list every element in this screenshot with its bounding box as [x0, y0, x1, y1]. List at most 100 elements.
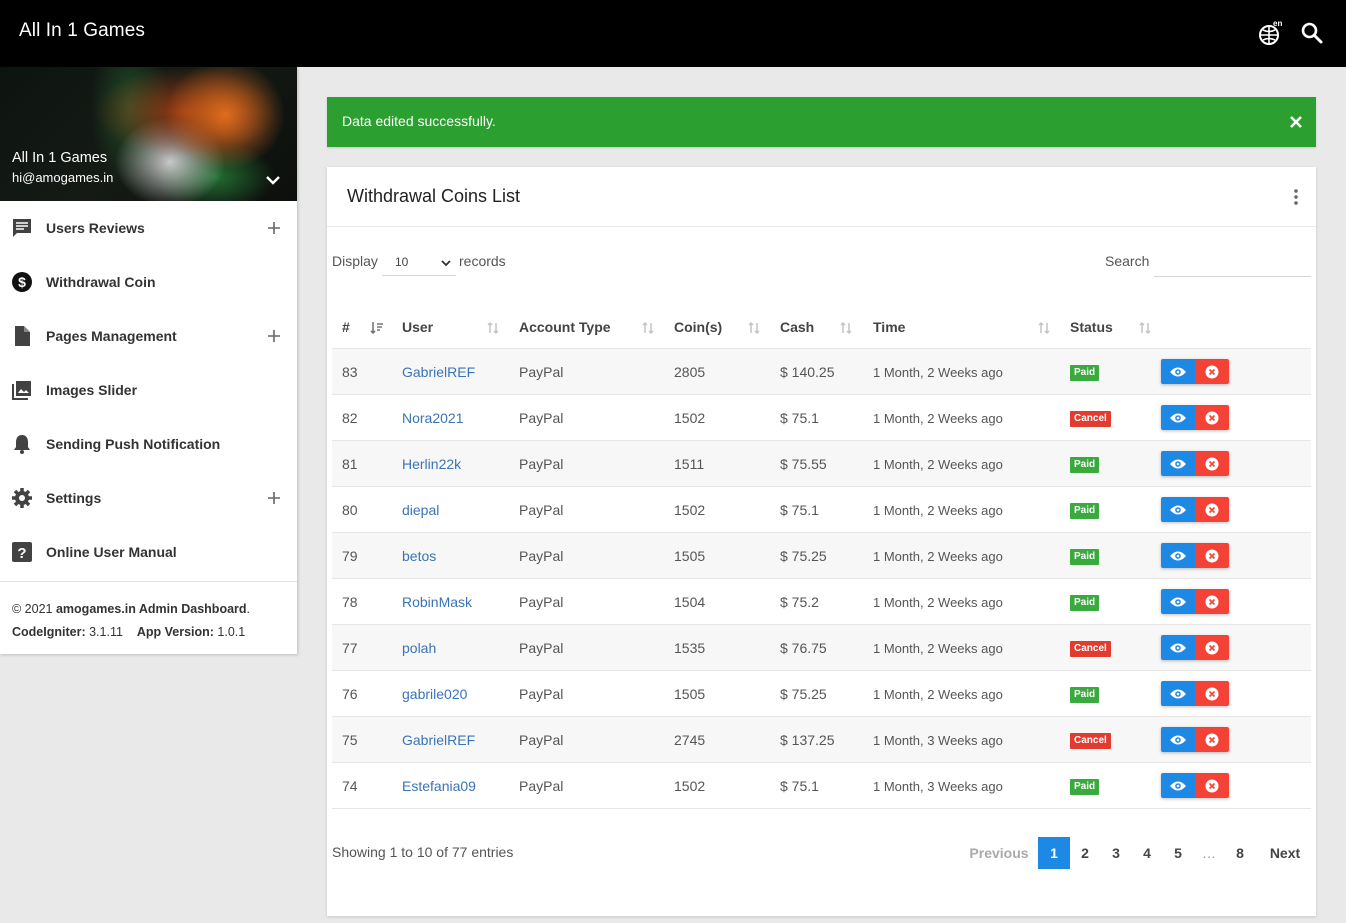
plus-icon[interactable] [266, 220, 282, 236]
brand-text: amogames.in Admin Dashboard [55, 602, 247, 616]
column-header-cash[interactable]: Cash [770, 307, 863, 349]
withdrawal-card: Withdrawal Coins List Display 10 records… [327, 167, 1316, 916]
more-vert-icon[interactable] [1289, 188, 1303, 206]
column-header-status[interactable]: Status [1060, 307, 1161, 349]
view-button[interactable] [1161, 497, 1195, 522]
pagination-page-3[interactable]: 3 [1100, 837, 1132, 869]
cancel-button[interactable] [1195, 589, 1229, 614]
pagination-page-4[interactable]: 4 [1131, 837, 1163, 869]
search-input[interactable] [1154, 249, 1311, 277]
sidebar-item-withdrawal-coin[interactable]: $ Withdrawal Coin [0, 255, 297, 309]
view-button[interactable] [1161, 543, 1195, 568]
cell-actions [1161, 624, 1311, 671]
user-link[interactable]: diepal [402, 502, 439, 518]
cancel-button[interactable] [1195, 681, 1229, 706]
display-label: Display [332, 253, 378, 269]
view-button[interactable] [1161, 773, 1195, 798]
plus-icon[interactable] [266, 490, 282, 506]
pagination-page-5[interactable]: 5 [1162, 837, 1194, 869]
chevron-down-icon [441, 260, 451, 267]
cell-coins: 1505 [664, 670, 770, 717]
user-link[interactable]: Nora2021 [402, 410, 464, 426]
table-row: 80 diepal PayPal 1502 $ 75.1 1 Month, 2 Weeks… [332, 486, 1311, 533]
cancel-button[interactable] [1195, 359, 1229, 384]
user-link[interactable]: GabrielREF [402, 364, 475, 380]
cell-account-type: PayPal [509, 762, 664, 809]
user-link[interactable]: Herlin22k [402, 456, 461, 472]
user-link[interactable]: RobinMask [402, 594, 472, 610]
pagination-next[interactable]: Next [1265, 837, 1305, 869]
eye-icon [1170, 551, 1186, 560]
view-button[interactable] [1161, 635, 1195, 660]
sidebar-item-users-reviews[interactable]: Users Reviews [0, 201, 297, 255]
pagination-page-1[interactable]: 1 [1038, 837, 1070, 869]
status-badge: Paid [1070, 365, 1100, 381]
cell-time: 1 Month, 2 Weeks ago [863, 440, 1060, 487]
search-icon[interactable] [1300, 21, 1324, 45]
view-button[interactable] [1161, 405, 1195, 430]
cancel-button[interactable] [1195, 727, 1229, 752]
column-header-account-type[interactable]: Account Type [509, 307, 664, 349]
status-badge: Cancel [1070, 733, 1111, 749]
pagination-page-8[interactable]: 8 [1224, 837, 1256, 869]
view-button[interactable] [1161, 359, 1195, 384]
column-header-actions [1161, 307, 1311, 349]
eye-icon [1170, 689, 1186, 698]
column-header-id[interactable]: # [332, 307, 392, 349]
sidebar-item-pages-management[interactable]: Pages Management [0, 309, 297, 363]
user-link[interactable]: betos [402, 548, 436, 564]
view-button[interactable] [1161, 451, 1195, 476]
cell-actions [1161, 532, 1311, 579]
pagination-previous[interactable]: Previous [967, 837, 1031, 869]
status-badge: Cancel [1070, 411, 1111, 427]
close-circle-icon [1205, 733, 1219, 746]
app-version-label: App Version: [136, 625, 214, 639]
cancel-button[interactable] [1195, 405, 1229, 430]
status-badge: Paid [1070, 687, 1100, 703]
status-badge: Paid [1070, 779, 1100, 795]
view-button[interactable] [1161, 727, 1195, 752]
cell-user: GabrielREF [392, 716, 509, 763]
chevron-down-icon[interactable] [264, 171, 282, 189]
cell-account-type: PayPal [509, 670, 664, 717]
sidebar-item-settings[interactable]: Settings [0, 471, 297, 525]
cell-coins: 1505 [664, 532, 770, 579]
user-link[interactable]: gabrile020 [402, 686, 467, 702]
cell-actions [1161, 440, 1311, 487]
column-header-coins[interactable]: Coin(s) [664, 307, 770, 349]
records-per-page-select[interactable]: 10 [382, 249, 456, 276]
user-card: All In 1 Games hi@amogames.in [0, 67, 297, 201]
cancel-button[interactable] [1195, 543, 1229, 568]
user-link[interactable]: GabrielREF [402, 732, 475, 748]
view-button[interactable] [1161, 681, 1195, 706]
pagination-page-2[interactable]: 2 [1069, 837, 1101, 869]
cancel-button[interactable] [1195, 635, 1229, 660]
cancel-button[interactable] [1195, 497, 1229, 522]
plus-icon[interactable] [266, 328, 282, 344]
cell-cash: $ 75.25 [770, 670, 863, 717]
column-header-user[interactable]: User [392, 307, 509, 349]
sidebar-item-user-manual[interactable]: ? Online User Manual [0, 525, 297, 579]
language-icon[interactable]: en [1256, 20, 1282, 46]
table-row: 81 Herlin22k PayPal 1511 $ 75.55 1 Month, 2 W… [332, 440, 1311, 487]
cancel-button[interactable] [1195, 773, 1229, 798]
cell-time: 1 Month, 2 Weeks ago [863, 624, 1060, 671]
view-button[interactable] [1161, 589, 1195, 614]
user-link[interactable]: polah [402, 640, 436, 656]
cell-id: 80 [332, 486, 392, 533]
svg-text:$: $ [18, 274, 26, 290]
column-header-time[interactable]: Time [863, 307, 1060, 349]
cell-actions [1161, 578, 1311, 625]
cell-cash: $ 75.2 [770, 578, 863, 625]
eye-icon [1170, 597, 1186, 606]
cell-status: Paid [1060, 532, 1161, 579]
sidebar-item-push-notification[interactable]: Sending Push Notification [0, 417, 297, 471]
sidebar-item-images-slider[interactable]: Images Slider [0, 363, 297, 417]
user-link[interactable]: Estefania09 [402, 778, 476, 794]
close-icon[interactable] [1288, 114, 1304, 130]
cancel-button[interactable] [1195, 451, 1229, 476]
sort-icon [1038, 321, 1050, 335]
table-row: 75 GabrielREF PayPal 2745 $ 137.25 1 Month, 3… [332, 716, 1311, 763]
cell-user: Nora2021 [392, 394, 509, 441]
cell-status: Paid [1060, 440, 1161, 487]
